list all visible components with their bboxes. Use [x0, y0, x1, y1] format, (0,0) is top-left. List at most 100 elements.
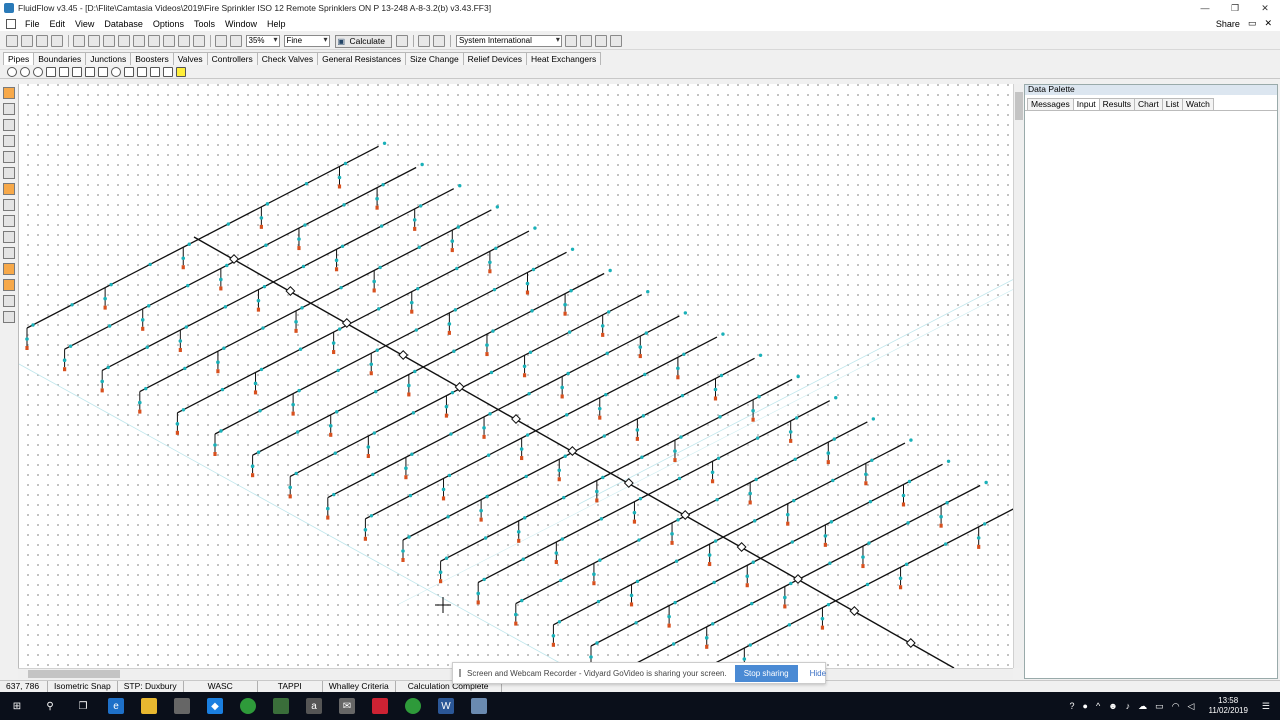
sprinkler-head[interactable] [745, 583, 749, 588]
pipe-node[interactable] [868, 499, 873, 504]
drop-node[interactable] [450, 239, 455, 243]
hide-button[interactable]: Hide [810, 669, 826, 678]
drop-node[interactable] [363, 528, 368, 532]
sprinkler-head[interactable] [601, 332, 605, 337]
drop-node[interactable] [100, 379, 104, 384]
pipe-node[interactable] [491, 329, 495, 333]
drop-node[interactable] [629, 593, 634, 598]
undo-icon[interactable] [163, 35, 175, 47]
component-icon[interactable] [162, 66, 173, 77]
save-icon[interactable] [36, 35, 48, 47]
pipe-node[interactable] [482, 577, 486, 582]
sprinkler-head[interactable] [369, 371, 373, 376]
pipe-node[interactable] [371, 472, 375, 477]
battery-icon[interactable]: ▭ [1155, 701, 1164, 712]
pipe-node[interactable] [258, 409, 262, 413]
minimize-button[interactable]: — [1190, 0, 1220, 16]
pipe-node[interactable] [826, 602, 831, 607]
menu-tools[interactable]: Tools [189, 19, 220, 29]
pipe-node[interactable] [264, 243, 268, 247]
component-icon[interactable] [97, 66, 108, 77]
pipe-node[interactable] [718, 415, 722, 419]
pipe-node[interactable] [643, 372, 647, 377]
pipe-node[interactable] [674, 559, 679, 563]
pipe-node[interactable] [834, 396, 838, 400]
vertical-scrollbar[interactable] [1013, 84, 1023, 668]
sprinkler-head[interactable] [751, 417, 755, 422]
tab-heat-exchangers[interactable]: Heat Exchangers [526, 52, 602, 65]
pipe-node[interactable] [907, 479, 912, 484]
app-icon[interactable] [372, 698, 388, 714]
pipe-node[interactable] [265, 202, 270, 206]
pipe-node[interactable] [682, 352, 686, 356]
drop-node[interactable] [516, 530, 521, 534]
menu-edit[interactable]: Edit [45, 19, 71, 29]
menu-view[interactable]: View [70, 19, 99, 29]
pipe-node[interactable] [455, 266, 459, 271]
sprinkler-head[interactable] [783, 604, 787, 609]
stop-calc-icon[interactable] [396, 35, 409, 47]
tab-relief-devices[interactable]: Relief Devices [462, 52, 527, 65]
drop-node[interactable] [482, 426, 486, 430]
app-tray-icon[interactable]: ● [1083, 701, 1088, 711]
branch-pipe[interactable] [101, 188, 455, 371]
drop-node[interactable] [826, 451, 831, 455]
pipe-node[interactable] [904, 562, 909, 566]
tab-size-change[interactable]: Size Change [405, 52, 464, 65]
sprinkler-head[interactable] [288, 494, 292, 499]
microphone-icon[interactable]: ♪ [1126, 701, 1131, 711]
pipe-node[interactable] [343, 161, 348, 166]
search-icon[interactable]: ⚲ [42, 698, 58, 714]
drop-node[interactable] [563, 302, 567, 307]
pipe-node[interactable] [751, 560, 755, 564]
pipe-node[interactable] [418, 204, 423, 208]
sprinkler-head[interactable] [482, 434, 486, 439]
status-isometric-snap[interactable]: Isometric Snap [48, 681, 118, 692]
tab-watch[interactable]: Watch [1182, 98, 1214, 110]
pipe-node[interactable] [492, 287, 497, 292]
tool-icon[interactable] [3, 311, 15, 323]
pipe-node[interactable] [486, 453, 491, 457]
pipe-node[interactable] [444, 556, 449, 560]
restore-child-icon[interactable]: ▭ [1248, 18, 1257, 29]
drop-node[interactable] [551, 634, 556, 638]
tab-list[interactable]: List [1161, 98, 1184, 110]
pipe-node[interactable] [712, 580, 716, 585]
pipe-node[interactable] [715, 497, 719, 502]
pipe-node[interactable] [416, 286, 420, 291]
drop-node[interactable] [328, 424, 333, 428]
pipe-node[interactable] [377, 307, 381, 311]
drop-node[interactable] [366, 445, 371, 449]
document-icon[interactable] [6, 18, 16, 29]
pipe-node[interactable] [187, 242, 191, 246]
menu-file[interactable]: File [20, 19, 45, 29]
pipe-node[interactable] [379, 224, 384, 228]
sprinkler-head[interactable] [864, 481, 868, 486]
fluidflow-taskbar-icon[interactable] [471, 698, 487, 714]
drop-node[interactable] [326, 506, 330, 511]
sprinkler-head[interactable] [175, 430, 179, 435]
sprinkler-head[interactable] [823, 542, 827, 547]
drop-node[interactable] [632, 510, 637, 515]
sprinkler-head[interactable] [635, 436, 639, 441]
sprinkler-head[interactable] [213, 452, 217, 456]
pipe-node[interactable] [372, 431, 377, 435]
sprinkler-head[interactable] [525, 290, 530, 295]
wifi-icon[interactable]: ◠ [1172, 701, 1180, 712]
pipe-node[interactable] [304, 181, 309, 186]
sprinkler-head[interactable] [329, 432, 333, 437]
pipe-node[interactable] [70, 303, 74, 307]
pipe-node[interactable] [755, 436, 760, 440]
branch-pipe[interactable] [64, 166, 417, 350]
sprinkler-head[interactable] [592, 581, 596, 586]
cloud-icon[interactable]: ☁ [1138, 701, 1147, 712]
tab-messages[interactable]: Messages [1027, 98, 1074, 110]
pipe-node[interactable] [488, 412, 492, 416]
pipe-node[interactable] [566, 371, 570, 376]
pipe-node[interactable] [220, 387, 225, 392]
sprinkler-head[interactable] [479, 517, 483, 522]
drop-node[interactable] [745, 574, 750, 579]
pipe-node[interactable] [644, 331, 648, 335]
sprinkler-head[interactable] [256, 307, 261, 312]
sprinkler-head[interactable] [632, 519, 637, 524]
